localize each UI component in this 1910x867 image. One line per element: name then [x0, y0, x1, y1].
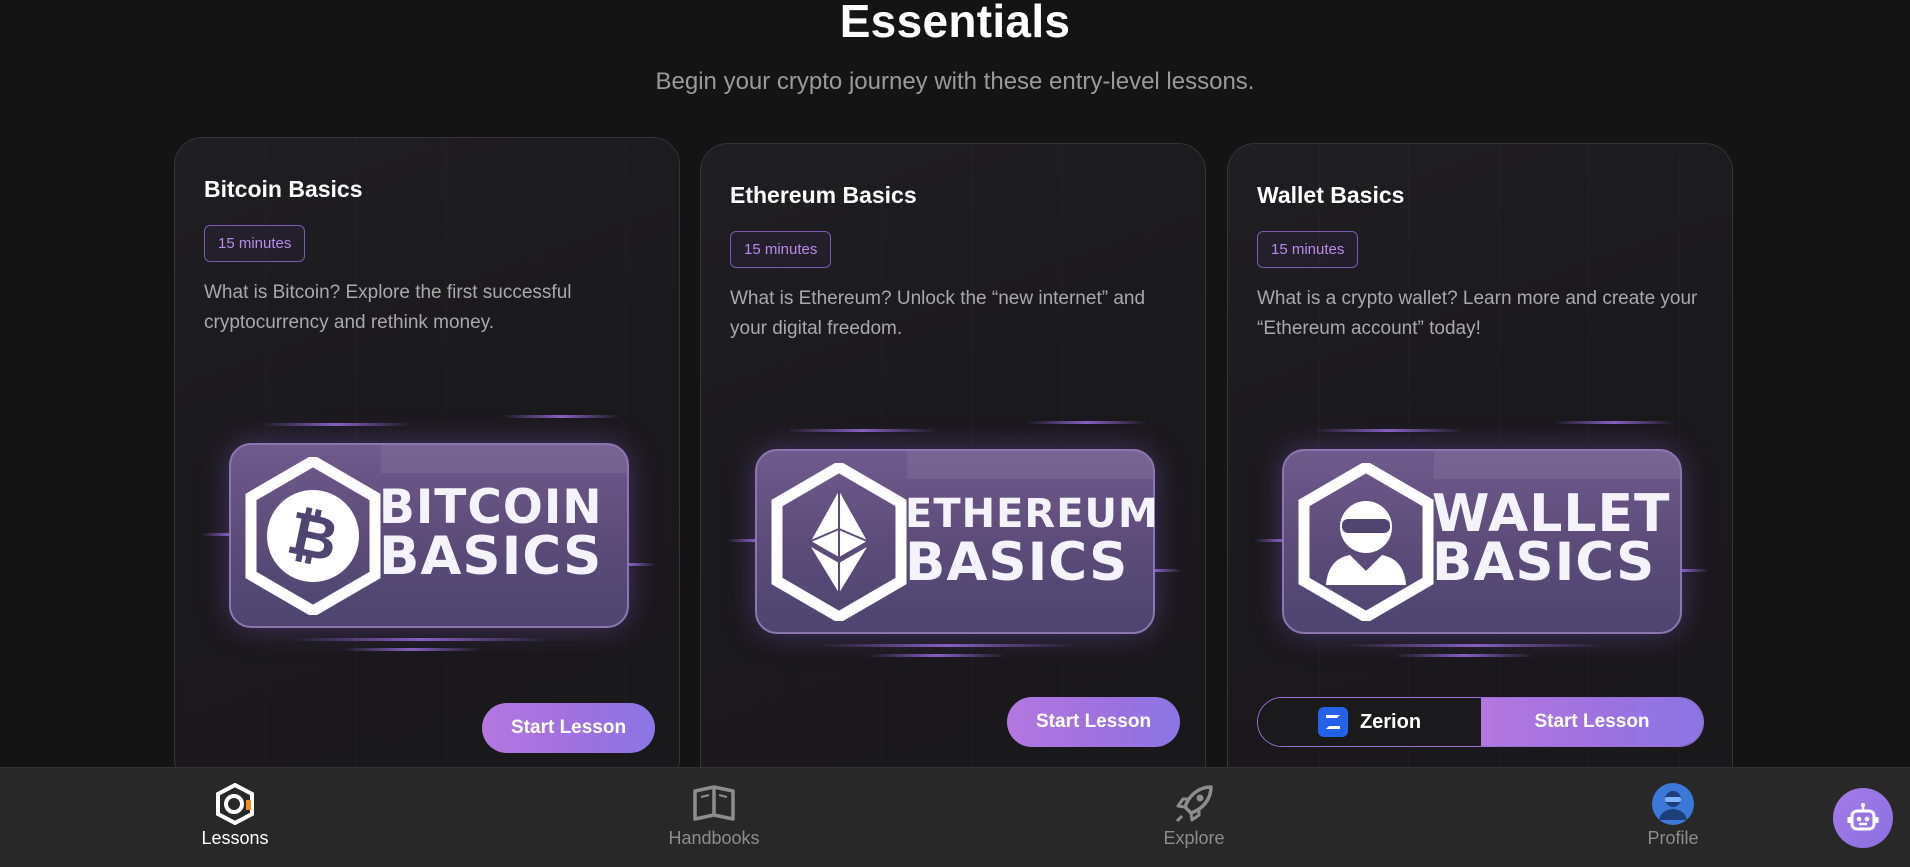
start-lesson-button[interactable]: Start Lesson — [1481, 698, 1703, 746]
nav-label: Explore — [1163, 828, 1225, 848]
lesson-card-ethereum[interactable]: Ethereum Basics 15 minutes What is Ether… — [700, 143, 1206, 793]
zerion-label: Zerion — [1359, 710, 1422, 733]
wallet-user-icon — [1298, 463, 1434, 621]
duration-badge: 15 minutes — [204, 225, 306, 262]
banner-text: WALLET BASICS — [1432, 484, 1671, 593]
rocket-icon — [1175, 785, 1213, 823]
page-subtitle: Begin your crypto journey with these ent… — [655, 68, 1255, 95]
bottom-nav: Lessons Handbooks Explore Profile — [0, 767, 1910, 867]
duration-badge: 15 minutes — [1257, 231, 1359, 268]
bitcoin-icon: ₿ — [245, 457, 381, 615]
robot-icon — [1847, 803, 1879, 831]
card-description: What is Bitcoin? Explore the first succe… — [204, 282, 572, 333]
banner-text: ETHEREUM BASICS — [905, 491, 1159, 593]
card-title: Ethereum Basics — [730, 182, 917, 208]
card-description: What is Ethereum? Unlock the “new intern… — [730, 288, 1146, 339]
duration-badge: 15 minutes — [730, 231, 832, 268]
book-icon — [693, 785, 735, 821]
lesson-card-wallet[interactable]: Wallet Basics 15 minutes What is a crypt… — [1227, 143, 1733, 793]
nav-item-lessons[interactable]: Lessons — [155, 768, 315, 867]
nav-item-profile[interactable]: Profile — [1593, 768, 1753, 867]
lessons-icon — [216, 783, 254, 825]
nav-item-handbooks[interactable]: Handbooks — [634, 768, 794, 867]
wallet-action-group: Zerion Start Lesson — [1257, 697, 1704, 747]
nav-item-explore[interactable]: Explore — [1114, 768, 1274, 867]
nav-label: Handbooks — [668, 828, 760, 848]
card-title: Bitcoin Basics — [204, 176, 363, 202]
card-title: Wallet Basics — [1257, 182, 1405, 208]
zerion-logo-icon — [1317, 707, 1348, 737]
lesson-banner: WALLET BASICS — [1254, 409, 1709, 657]
start-lesson-button[interactable]: Start Lesson — [1007, 697, 1181, 747]
lesson-banner: ₿ BITCOIN BASICS — [201, 403, 656, 651]
card-description: What is a crypto wallet? Learn more and … — [1257, 288, 1698, 339]
start-lesson-button[interactable]: Start Lesson — [482, 703, 656, 753]
assistant-button[interactable] — [1833, 788, 1893, 848]
page-title: Essentials — [839, 0, 1071, 47]
banner-text: BITCOIN BASICS — [379, 480, 603, 587]
page: Essentials Begin your crypto journey wit… — [0, 0, 1910, 867]
lesson-card-bitcoin[interactable]: Bitcoin Basics 15 minutes What is Bitcoi… — [174, 137, 680, 787]
avatar-icon — [1652, 783, 1694, 825]
nav-label: Profile — [1647, 828, 1699, 848]
nav-label: Lessons — [201, 828, 269, 848]
zerion-wallet-button[interactable]: Zerion — [1258, 698, 1481, 746]
lesson-banner: ETHEREUM BASICS — [727, 409, 1182, 657]
ethereum-icon — [771, 463, 907, 621]
